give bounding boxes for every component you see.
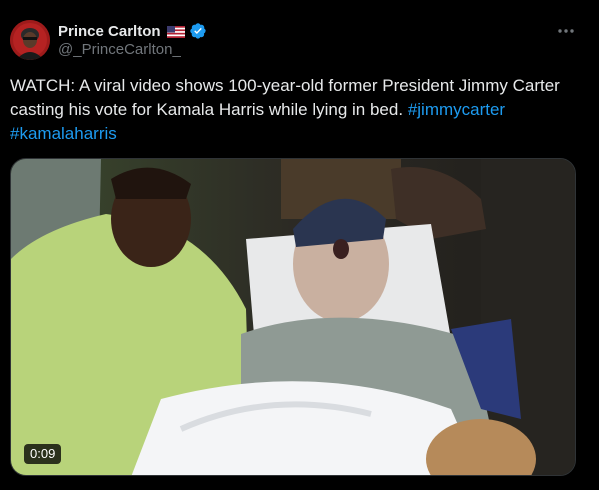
us-flag-icon [166, 25, 185, 38]
video-duration-badge: 0:09 [24, 444, 62, 464]
author-name-row: Prince Carlton [58, 21, 207, 41]
hashtag-kamalaharris[interactable]: #kamalaharris [10, 124, 117, 143]
tweet-text: WATCH: A viral video shows 100-year-old … [10, 74, 582, 146]
more-options-icon[interactable] [552, 18, 580, 44]
author-handle[interactable]: @_PrinceCarlton_ [58, 41, 181, 58]
author-display-name[interactable]: Prince Carlton [58, 23, 161, 40]
video-frame [11, 159, 575, 475]
author-avatar[interactable] [10, 20, 50, 60]
verified-badge-icon[interactable] [189, 22, 207, 40]
hashtag-jimmycarter[interactable]: #jimmycarter [408, 100, 505, 119]
tweet: Prince Carlton @_PrinceCarlton_ WATCH: A… [0, 0, 599, 490]
video-player[interactable] [10, 158, 576, 476]
